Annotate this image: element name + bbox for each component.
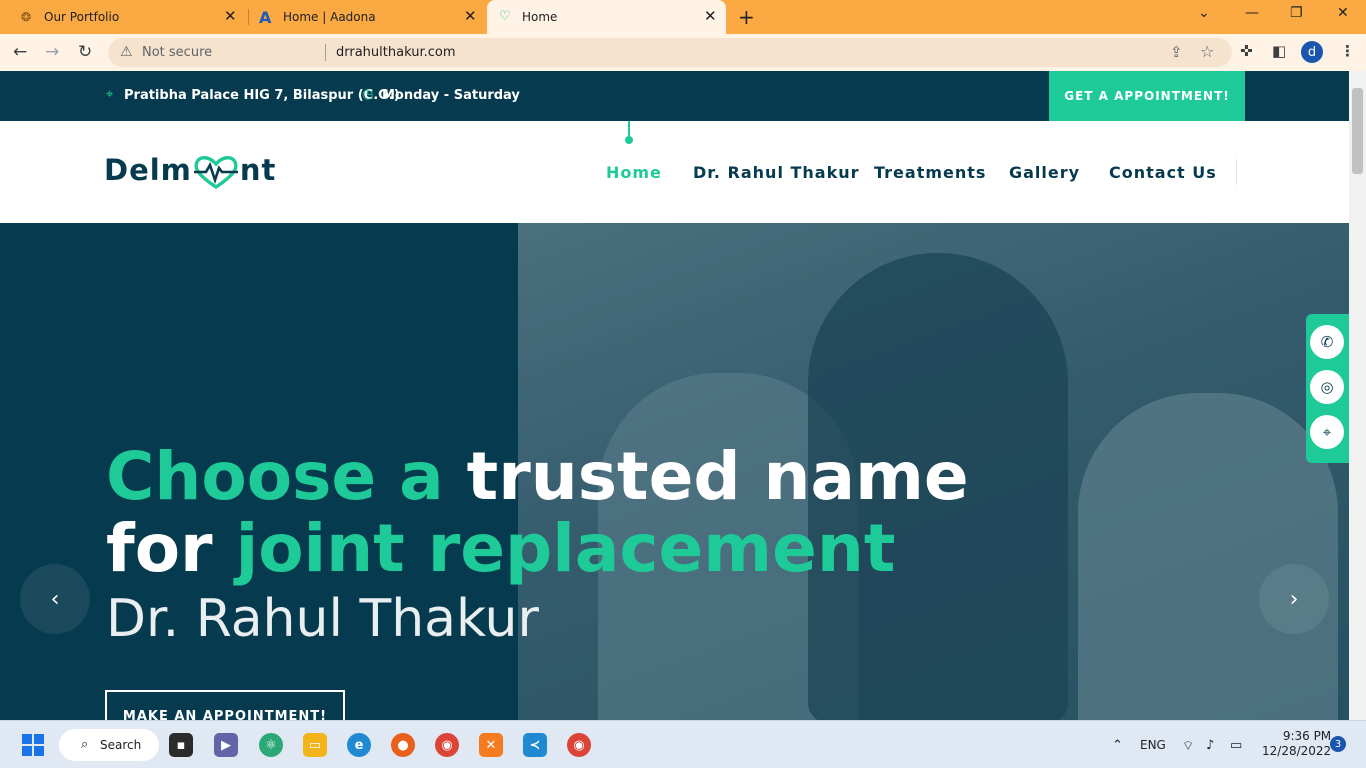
nav-treatments[interactable]: Treatments xyxy=(874,163,986,182)
reload-icon[interactable]: ↻ xyxy=(78,42,92,62)
tab-label: Home | Aadona xyxy=(283,10,376,24)
clock-icon: ◷ xyxy=(362,87,374,102)
headline-white-part: trusted name xyxy=(466,438,969,515)
clock-date: 12/28/2022 xyxy=(1262,744,1332,758)
nav-dr-rahul-thakur[interactable]: Dr. Rahul Thakur xyxy=(693,163,860,182)
taskbar-search[interactable]: ⌕ Search xyxy=(59,729,159,761)
vscode-icon[interactable]: ≺ xyxy=(523,733,547,757)
social-sidebar: ✆ ◎ ⌖ xyxy=(1306,314,1349,463)
logo-text-left: Delm xyxy=(104,153,192,187)
hero-headline-line1: Choose a trusted name xyxy=(106,441,969,513)
get-appointment-button[interactable]: GET A APPOINTMENT! xyxy=(1049,71,1245,121)
info-topbar: ⌖ Pratibha Palace HIG 7, Bilaspur (C.G.)… xyxy=(0,71,1349,121)
wifi-icon[interactable]: ⌔ xyxy=(1182,738,1194,754)
address-text: Pratibha Palace HIG 7, Bilaspur (C.G.) xyxy=(124,88,400,103)
menu-kebab-icon[interactable]: ⋮ xyxy=(1340,42,1355,60)
location-pin-icon: ⌖ xyxy=(106,87,114,102)
nav-divider xyxy=(1236,159,1237,185)
tab-close-icon[interactable]: ✕ xyxy=(224,7,237,25)
file-explorer-icon[interactable]: ▭ xyxy=(303,733,327,757)
share-icon[interactable]: ⇪ xyxy=(1170,43,1183,61)
slider-prev-arrow-icon[interactable]: ‹ xyxy=(20,564,90,634)
task-view-icon[interactable]: ▪ xyxy=(169,733,193,757)
windows-taskbar: ⌕ Search ▪ ▶ ⚛ ▭ e ● ◉ ✕ ≺ ◉ ⌃ ENG ⌔ ♪ ▭… xyxy=(0,720,1366,768)
url-text[interactable]: drrahulthakur.com xyxy=(336,45,456,60)
hours-text: Monday - Saturday xyxy=(382,88,520,103)
phone-icon[interactable]: ✆ xyxy=(1310,325,1344,359)
headline-green-part: joint replacement xyxy=(235,510,896,587)
address-bar[interactable]: ⚠ Not secure drrahulthakur.com ⇪ ☆ xyxy=(108,38,1232,67)
heart-favicon-icon: ♡ xyxy=(499,9,511,24)
tab-our-portfolio[interactable]: ❂ Our Portfolio ✕ xyxy=(0,0,248,34)
side-panel-icon[interactable]: ◧ xyxy=(1272,42,1286,60)
nav-home[interactable]: Home xyxy=(606,163,662,182)
hero-slider: Choose a trusted name for joint replacem… xyxy=(0,223,1349,720)
tab-label: Our Portfolio xyxy=(44,10,120,24)
instagram-icon[interactable]: ◎ xyxy=(1310,370,1344,404)
hero-subtitle: Dr. Rahul Thakur xyxy=(106,589,539,649)
new-tab-icon[interactable]: + xyxy=(738,5,755,29)
tab-label: Home xyxy=(522,10,558,24)
web-page: ⌖ Pratibha Palace HIG 7, Bilaspur (C.G.)… xyxy=(0,71,1349,720)
bookmark-star-icon[interactable]: ☆ xyxy=(1200,42,1214,61)
chrome-icon[interactable]: ◉ xyxy=(435,733,459,757)
not-secure-label[interactable]: Not secure xyxy=(142,45,212,60)
back-arrow-icon[interactable]: ← xyxy=(13,42,27,62)
headline-white-part: for xyxy=(106,510,213,587)
restore-icon[interactable]: ❐ xyxy=(1290,5,1303,21)
xampp-icon[interactable]: ✕ xyxy=(479,733,503,757)
notification-badge[interactable]: 3 xyxy=(1330,736,1346,752)
search-label: Search xyxy=(100,738,142,752)
battery-icon[interactable]: ▭ xyxy=(1230,738,1242,753)
portfolio-favicon-icon: ❂ xyxy=(21,10,32,24)
aadona-favicon-icon: A xyxy=(259,8,272,27)
volume-icon[interactable]: ♪ xyxy=(1206,738,1214,753)
slider-next-arrow-icon[interactable]: › xyxy=(1259,564,1329,634)
location-pin-icon[interactable]: ⌖ xyxy=(1310,415,1344,449)
tab-search-chevron-icon[interactable]: ⌄ xyxy=(1198,5,1210,21)
search-icon: ⌕ xyxy=(81,737,89,752)
teams-chat-icon[interactable]: ▶ xyxy=(214,733,238,757)
nav-active-dot xyxy=(625,136,633,144)
edge-browser-icon[interactable]: e xyxy=(347,733,371,757)
make-appointment-button[interactable]: MAKE AN APPOINTMENT! xyxy=(105,690,345,720)
headline-green-part: Choose a xyxy=(106,438,444,515)
tab-close-icon[interactable]: ✕ xyxy=(464,7,477,25)
minimize-icon[interactable]: — xyxy=(1245,5,1259,21)
tab-close-icon[interactable]: ✕ xyxy=(704,7,717,25)
clock-time: 9:36 PM xyxy=(1282,729,1332,743)
atom-editor-icon[interactable]: ⚛ xyxy=(259,733,283,757)
system-clock[interactable]: 9:36 PM 12/28/2022 xyxy=(1262,729,1331,759)
windows-start-icon[interactable] xyxy=(21,733,45,757)
browser-tab-strip: ❂ Our Portfolio ✕ A Home | Aadona ✕ ♡ Ho… xyxy=(0,0,1366,34)
site-header: Delm nt Home Dr. Rahul Thakur Treatments … xyxy=(0,121,1349,223)
scrollbar-thumb[interactable] xyxy=(1352,88,1363,174)
forward-arrow-icon[interactable]: → xyxy=(45,42,59,62)
heartbeat-logo-icon xyxy=(193,156,238,190)
address-divider xyxy=(325,44,326,61)
tray-overflow-chevron-icon[interactable]: ⌃ xyxy=(1112,738,1123,753)
tab-aadona[interactable]: A Home | Aadona ✕ xyxy=(249,0,487,34)
chrome-profile-icon[interactable]: ◉ xyxy=(567,733,591,757)
tab-home[interactable]: ♡ Home ✕ xyxy=(487,0,726,34)
logo-text-right: nt xyxy=(239,153,277,187)
close-window-icon[interactable]: ✕ xyxy=(1337,5,1349,21)
warning-triangle-icon: ⚠ xyxy=(120,44,133,60)
profile-avatar[interactable]: d xyxy=(1301,41,1323,63)
language-indicator[interactable]: ENG xyxy=(1140,738,1166,752)
firefox-icon[interactable]: ● xyxy=(391,733,415,757)
extensions-puzzle-icon[interactable]: ✜ xyxy=(1240,42,1253,60)
hero-headline-line2: for joint replacement xyxy=(106,513,895,585)
nav-contact-us[interactable]: Contact Us xyxy=(1109,163,1217,182)
site-logo[interactable]: Delm nt xyxy=(104,153,276,190)
nav-gallery[interactable]: Gallery xyxy=(1009,163,1080,182)
